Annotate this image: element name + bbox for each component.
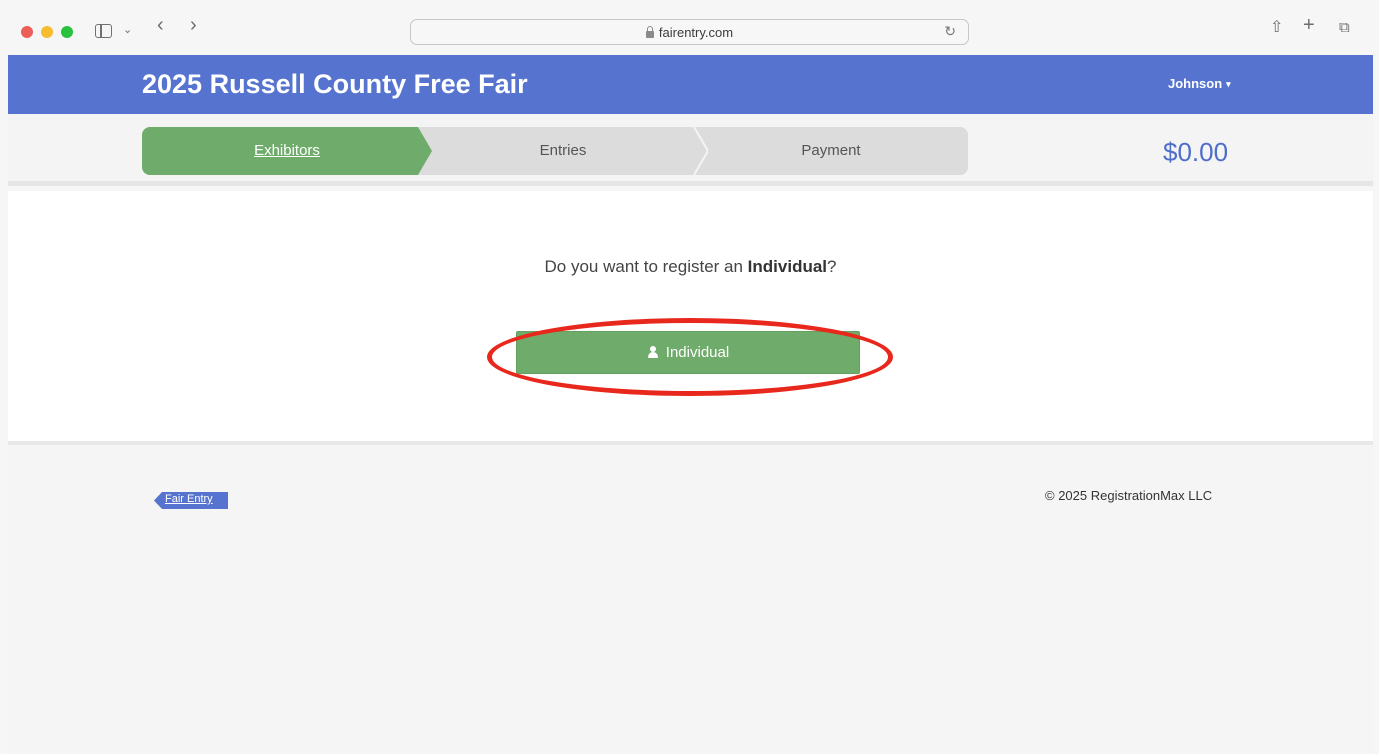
- fairentry-logo[interactable]: Fair Entry: [148, 492, 230, 518]
- new-tab-icon[interactable]: +: [1303, 15, 1315, 35]
- site-title[interactable]: 2025 Russell County Free Fair: [142, 69, 528, 100]
- caret-down-icon: ▾: [1226, 79, 1231, 89]
- address-bar[interactable]: fairentry.com ↻: [410, 19, 969, 45]
- browser-toolbar: ⌄ ‹ › fairentry.com ↻ ⇧ + ⧉: [0, 0, 1379, 55]
- tabs-overview-icon[interactable]: ⧉: [1339, 18, 1350, 38]
- step-entries: Entries: [418, 127, 708, 175]
- step-payment: Payment: [694, 127, 968, 175]
- step-divider: [693, 127, 708, 175]
- copyright-text: © 2025 RegistrationMax LLC: [1045, 488, 1213, 503]
- user-menu[interactable]: Johnson ▾: [1168, 76, 1231, 91]
- main-content: Do you want to register an Individual? I…: [8, 191, 1373, 441]
- share-icon[interactable]: ⇧: [1270, 18, 1283, 38]
- forward-icon[interactable]: ›: [190, 15, 197, 35]
- close-window-button[interactable]: [21, 26, 33, 38]
- zoom-window-button[interactable]: [61, 26, 73, 38]
- sidebar-icon[interactable]: [95, 24, 112, 38]
- page: ⌄ ‹ › fairentry.com ↻ ⇧ + ⧉ 2025 Russell…: [0, 0, 1379, 754]
- footer: Fair Entry © 2025 RegistrationMax LLC: [8, 445, 1373, 754]
- register-prompt: Do you want to register an Individual?: [8, 257, 1373, 277]
- site-header: 2025 Russell County Free Fair Johnson ▾: [8, 55, 1373, 114]
- steps-bar: Exhibitors Entries Payment $0.00: [8, 114, 1373, 186]
- back-icon[interactable]: ‹: [157, 15, 164, 35]
- individual-button[interactable]: Individual: [516, 331, 860, 374]
- individual-button-label: Individual: [665, 344, 730, 361]
- minimize-window-button[interactable]: [41, 26, 53, 38]
- user-icon: [647, 346, 659, 358]
- chevron-down-icon[interactable]: ⌄: [123, 20, 132, 40]
- reload-icon[interactable]: ↻: [944, 23, 956, 40]
- user-name: Johnson: [1168, 76, 1223, 91]
- step-exhibitors[interactable]: Exhibitors: [142, 127, 432, 175]
- logo-text: Fair Entry: [165, 493, 213, 505]
- lock-icon: [645, 26, 654, 38]
- prompt-text: Do you want to register an: [544, 257, 748, 276]
- prompt-suffix: ?: [827, 257, 837, 276]
- prompt-emphasis: Individual: [747, 257, 828, 276]
- cart-total: $0.00: [1163, 137, 1229, 167]
- progress-steps: Exhibitors Entries Payment: [142, 127, 968, 175]
- url-text: fairentry.com: [658, 25, 734, 40]
